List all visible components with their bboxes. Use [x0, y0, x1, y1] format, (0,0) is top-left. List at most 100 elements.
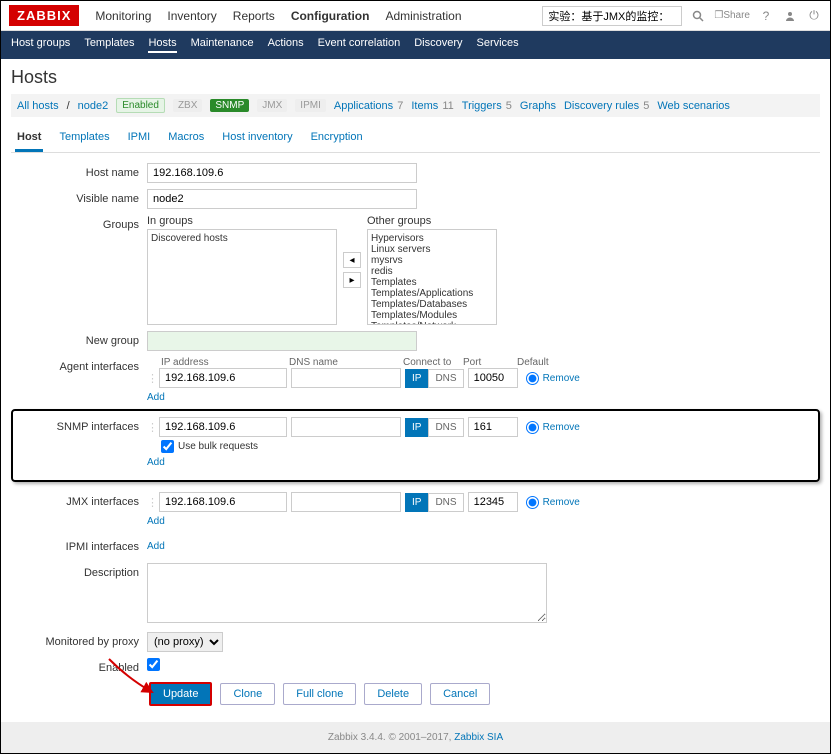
snmp-remove-link[interactable]: Remove	[543, 422, 580, 433]
hdr-default: Default	[517, 357, 549, 368]
enabled-checkbox[interactable]	[147, 658, 160, 671]
subnav-templates[interactable]: Templates	[84, 37, 134, 53]
jmx-add-link[interactable]: Add	[147, 516, 165, 527]
jmx-remove-link[interactable]: Remove	[543, 497, 580, 508]
jmx-dns-input[interactable]	[291, 492, 401, 512]
link-triggers[interactable]: Triggers	[462, 100, 502, 112]
snmp-ip-input[interactable]	[159, 417, 287, 437]
tab-hostinv[interactable]: Host inventory	[220, 125, 294, 152]
subnav-discovery[interactable]: Discovery	[414, 37, 462, 53]
jmx-ip-button[interactable]: IP	[405, 493, 428, 512]
menu-reports[interactable]: Reports	[233, 9, 275, 23]
agent-ip-button[interactable]: IP	[405, 369, 428, 388]
agent-dns-input[interactable]	[291, 368, 401, 388]
drag-handle-icon[interactable]: ⋮⋮	[147, 372, 159, 385]
jmx-ip-input[interactable]	[159, 492, 287, 512]
list-item[interactable]: Linux servers	[371, 244, 493, 255]
label-ingroups: In groups	[147, 215, 337, 227]
listbox-ingroups[interactable]: Discovered hosts	[147, 229, 337, 325]
link-discovery[interactable]: Discovery rules	[564, 100, 639, 112]
list-item[interactable]: Templates	[371, 277, 493, 288]
snmp-add-link[interactable]: Add	[147, 457, 165, 468]
newgroup-input[interactable]	[147, 331, 417, 351]
snmp-bulk-checkbox[interactable]	[161, 440, 174, 453]
top-menu: Monitoring Inventory Reports Configurati…	[95, 9, 461, 23]
subnav-maintenance[interactable]: Maintenance	[191, 37, 254, 53]
snmp-dns-input[interactable]	[291, 417, 401, 437]
footer-link[interactable]: Zabbix SIA	[454, 732, 503, 743]
visiblename-input[interactable]	[147, 189, 417, 209]
move-left-button[interactable]: ◂	[343, 252, 361, 268]
tab-ipmi[interactable]: IPMI	[126, 125, 153, 152]
hdr-connectto: Connect to	[403, 357, 463, 368]
proxy-select[interactable]: (no proxy)	[147, 632, 223, 652]
search-icon[interactable]	[690, 8, 706, 24]
update-button[interactable]: Update	[149, 682, 212, 706]
list-item[interactable]: Templates/Modules	[371, 310, 493, 321]
link-items[interactable]: Items	[411, 100, 438, 112]
agent-dns-button[interactable]: DNS	[428, 369, 463, 388]
subnav-actions[interactable]: Actions	[268, 37, 304, 53]
search-input[interactable]	[542, 6, 682, 26]
logo[interactable]: ZABBIX	[9, 5, 79, 26]
clone-button[interactable]: Clone	[220, 683, 275, 705]
list-item[interactable]: Templates/Applications	[371, 288, 493, 299]
tab-encryption[interactable]: Encryption	[309, 125, 365, 152]
agent-default-radio[interactable]	[526, 372, 539, 385]
page-content: Hosts All hosts / node2 Enabled ZBX SNMP…	[1, 59, 830, 722]
label-enabled: Enabled	[11, 658, 147, 674]
subnav-hostgroups[interactable]: Host groups	[11, 37, 70, 53]
menu-configuration[interactable]: Configuration	[291, 9, 370, 23]
agent-remove-link[interactable]: Remove	[543, 373, 580, 384]
link-graphs[interactable]: Graphs	[520, 100, 556, 112]
snmp-default-radio[interactable]	[526, 421, 539, 434]
jmx-dns-button[interactable]: DNS	[428, 493, 463, 512]
listbox-othergroups[interactable]: HypervisorsLinux serversmysrvsredisTempl…	[367, 229, 497, 325]
badge-snmp: SNMP	[210, 99, 249, 112]
move-right-button[interactable]: ▸	[343, 272, 361, 288]
share-link[interactable]: ❐Share	[714, 8, 750, 24]
ipmi-add-link[interactable]: Add	[147, 541, 165, 552]
description-textarea[interactable]	[147, 563, 547, 623]
list-item[interactable]: Templates/Databases	[371, 299, 493, 310]
subnav-eventcorr[interactable]: Event correlation	[318, 37, 401, 53]
snmp-highlight-box: SNMP interfaces ⋮⋮ IP DNS Remove	[11, 409, 820, 482]
label-othergroups: Other groups	[367, 215, 497, 227]
subnav-services[interactable]: Services	[477, 37, 519, 53]
cancel-button[interactable]: Cancel	[430, 683, 490, 705]
label-monitoredby: Monitored by proxy	[11, 632, 147, 648]
list-item[interactable]: Discovered hosts	[151, 233, 333, 244]
tab-host[interactable]: Host	[15, 125, 43, 152]
subnav-hosts[interactable]: Hosts	[148, 37, 176, 53]
list-item[interactable]: Templates/Network Devices	[371, 321, 493, 325]
list-item[interactable]: redis	[371, 266, 493, 277]
menu-monitoring[interactable]: Monitoring	[95, 9, 151, 23]
menu-administration[interactable]: Administration	[385, 9, 461, 23]
hostname-input[interactable]	[147, 163, 417, 183]
list-item[interactable]: mysrvs	[371, 255, 493, 266]
drag-handle-icon[interactable]: ⋮⋮	[147, 496, 159, 509]
crumb-allhosts[interactable]: All hosts	[17, 100, 59, 112]
link-web[interactable]: Web scenarios	[657, 100, 730, 112]
jmx-default-radio[interactable]	[526, 496, 539, 509]
drag-handle-icon[interactable]: ⋮⋮	[147, 421, 159, 434]
snmp-port-input[interactable]	[468, 417, 518, 437]
agent-ip-input[interactable]	[159, 368, 287, 388]
fullclone-button[interactable]: Full clone	[283, 683, 356, 705]
snmp-ip-button[interactable]: IP	[405, 418, 428, 437]
user-icon[interactable]	[782, 8, 798, 24]
list-item[interactable]: Hypervisors	[371, 233, 493, 244]
agent-port-input[interactable]	[468, 368, 518, 388]
tab-macros[interactable]: Macros	[166, 125, 206, 152]
jmx-port-input[interactable]	[468, 492, 518, 512]
agent-add-link[interactable]: Add	[147, 392, 165, 403]
link-applications[interactable]: Applications	[334, 100, 393, 112]
snmp-dns-button[interactable]: DNS	[428, 418, 463, 437]
power-icon[interactable]: ⏻	[806, 8, 822, 24]
tab-templates[interactable]: Templates	[57, 125, 111, 152]
delete-button[interactable]: Delete	[364, 683, 422, 705]
menu-inventory[interactable]: Inventory	[167, 9, 216, 23]
help-icon[interactable]: ?	[758, 8, 774, 24]
crumb-node[interactable]: node2	[78, 100, 109, 112]
hdr-port: Port	[463, 357, 517, 368]
